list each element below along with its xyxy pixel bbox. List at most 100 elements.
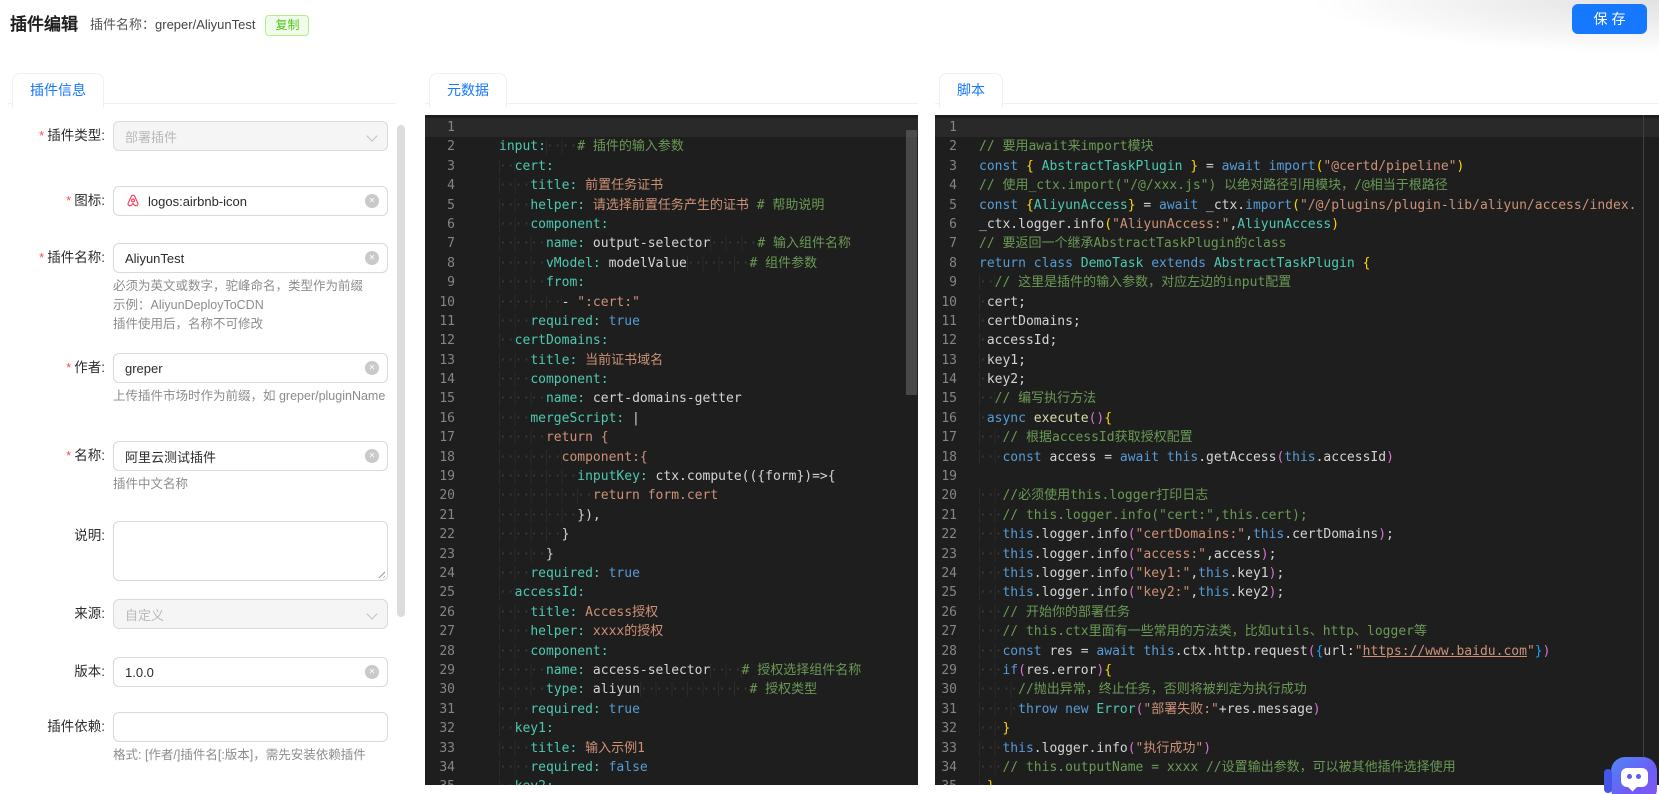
- line-number: 9: [949, 275, 957, 291]
- line-number: 29: [941, 662, 957, 678]
- form-row-version: 版本: ✕: [8, 657, 396, 687]
- plugin-type-select[interactable]: 部署插件: [113, 121, 388, 151]
- line-number: 33: [439, 740, 455, 756]
- clear-icon[interactable]: ✕: [365, 449, 379, 463]
- line-number: 3: [447, 158, 455, 174]
- line-number: 12: [439, 333, 455, 349]
- version-input[interactable]: [113, 657, 388, 687]
- code-line: 4// 使用_ctx.import("/@/xxx.js") 以绝对路径引用模块…: [935, 176, 1659, 195]
- description-textarea[interactable]: [113, 521, 388, 581]
- save-button[interactable]: 保存: [1572, 4, 1647, 34]
- code-line: 27 ····helper: xxxx的授权: [425, 622, 918, 641]
- clear-icon[interactable]: ✕: [365, 665, 379, 679]
- required-mark: *: [66, 448, 72, 463]
- code-line: 3 ··cert:: [425, 157, 918, 176]
- clear-icon[interactable]: ✕: [365, 251, 379, 265]
- plugin-name-helper: 必须为英文或数字，驼峰命名，类型作为前缀 示例：AliyunDeployToCD…: [113, 279, 364, 331]
- line-number: 14: [439, 372, 455, 388]
- line-number: 4: [447, 178, 455, 194]
- chat-assistant-button[interactable]: [1604, 757, 1657, 794]
- line-number: 27: [941, 624, 957, 640]
- line-number: 1: [447, 120, 455, 135]
- script-code-editor[interactable]: 1 2// 要用await来import模块 3 const { AbstractTa…: [935, 115, 1659, 785]
- line-number: 34: [439, 759, 455, 775]
- code-line: 15 ······name: cert-domains-getter: [425, 389, 918, 408]
- metadata-code-editor[interactable]: 1 2 input:····# 插件的输入参数 3 ··cert: 4 ····title:…: [425, 115, 918, 785]
- version-label: 版本:: [74, 664, 105, 679]
- code-line: 16 ·async execute(){: [935, 409, 1659, 428]
- required-mark: *: [39, 128, 45, 143]
- code-line: 18 ········component:{: [425, 448, 918, 467]
- meta-tabbar: 元数据: [425, 72, 918, 108]
- line-number: 32: [439, 721, 455, 737]
- code-line: 34 ···// this.outputName = xxxx //设置输出参数，…: [935, 758, 1659, 777]
- code-line: 29 ······name: access-selector····# 授权选择组…: [425, 661, 918, 680]
- line-number: 21: [941, 507, 957, 523]
- line-number: 7: [949, 236, 957, 252]
- code-line: 6 ····component:: [425, 215, 918, 234]
- clear-icon[interactable]: ✕: [365, 361, 379, 375]
- code-line: 8 return class DemoTask extends AbstractT…: [935, 254, 1659, 273]
- code-line: 9 ······from:: [425, 273, 918, 292]
- code-line: 31 ·····throw new Error("部署失败:"+res.messa…: [935, 700, 1659, 719]
- code-line: 12 ··certDomains:: [425, 331, 918, 350]
- form-row-plugin-name: *插件名称: ✕ 必须为英文或数字，驼峰命名，类型作为前缀 示例：AliyunD…: [8, 243, 396, 334]
- code-line: 12 ·accessId;: [935, 331, 1659, 350]
- line-number: 24: [439, 565, 455, 581]
- code-line: 24 ····required: true: [425, 564, 918, 583]
- line-number: 10: [941, 294, 957, 310]
- code-line: 10 ········- ":cert:": [425, 293, 918, 312]
- author-input[interactable]: [113, 353, 388, 383]
- line-number: 32: [941, 721, 957, 737]
- plugin-type-label: 插件类型:: [47, 128, 105, 143]
- editor-scrollbar[interactable]: [906, 130, 917, 395]
- tab-script[interactable]: 脚本: [939, 73, 1003, 108]
- line-number: 12: [941, 333, 957, 349]
- line-number: 18: [439, 449, 455, 465]
- cn-name-input[interactable]: [113, 441, 388, 471]
- line-number: 17: [941, 430, 957, 446]
- description-label: 说明:: [74, 528, 105, 543]
- plugin-name-input[interactable]: [113, 243, 388, 273]
- code-line: 2// 要用await来import模块: [935, 137, 1659, 156]
- tab-metadata[interactable]: 元数据: [429, 73, 507, 108]
- copy-button[interactable]: 复制: [265, 15, 310, 36]
- required-mark: *: [66, 360, 72, 375]
- code-line: 32 ··key1:: [425, 719, 918, 738]
- line-number: 27: [439, 624, 455, 640]
- editor-scrollbar-track[interactable]: [1643, 115, 1644, 785]
- line-number: 29: [439, 662, 455, 678]
- code-line: 7 ······name: output-selector······# 输入组件…: [425, 234, 918, 253]
- line-number: 35: [935, 777, 965, 785]
- code-line: 8 ······vModel: modelValue········# 组件参数: [425, 254, 918, 273]
- code-line: 13 ····title: 当前证书域名: [425, 351, 918, 370]
- code-line: 19: [935, 467, 1659, 486]
- line-number: 20: [941, 488, 957, 504]
- code-line: 14 ····component:: [425, 370, 918, 389]
- dependencies-input[interactable]: [113, 712, 388, 742]
- line-number: 11: [941, 313, 957, 329]
- code-line: 14 ·key2;: [935, 370, 1659, 389]
- code-line: 2 input:····# 插件的输入参数: [425, 137, 918, 156]
- code-line: 22 ········}: [425, 525, 918, 544]
- line-number: 14: [941, 372, 957, 388]
- line-number: 6: [447, 216, 455, 232]
- line-number: 11: [439, 313, 455, 329]
- clear-icon[interactable]: ✕: [365, 194, 379, 208]
- plugin-name-value: greper/AliyunTest: [155, 17, 256, 32]
- form-row-author: *作者: ✕ 上传插件市场时作为前缀，如 greper/pluginName: [8, 353, 396, 406]
- form-row-cn-name: *名称: ✕ 插件中文名称: [8, 441, 396, 494]
- tab-plugin-info[interactable]: 插件信息: [12, 73, 104, 108]
- code-line: 33 ···this.logger.info("执行成功"): [935, 739, 1659, 758]
- code-line: 33 ····title: 输入示例1: [425, 739, 918, 758]
- plugin-name-line: 插件名称：greper/AliyunTest 复制: [90, 14, 310, 36]
- form-row-source: 来源: 自定义: [8, 599, 396, 629]
- icon-value: logos:airbnb-icon: [148, 193, 248, 209]
- code-line: 28 ····component:: [425, 642, 918, 661]
- chat-bubble-icon: [1621, 768, 1648, 792]
- code-line: 30 ······type: aliyun··············# 授权类型: [425, 680, 918, 699]
- icon-label: 图标:: [74, 193, 105, 208]
- form-scrollbar[interactable]: [397, 125, 405, 617]
- source-select[interactable]: 自定义: [113, 599, 388, 629]
- icon-input[interactable]: logos:airbnb-icon: [113, 186, 388, 216]
